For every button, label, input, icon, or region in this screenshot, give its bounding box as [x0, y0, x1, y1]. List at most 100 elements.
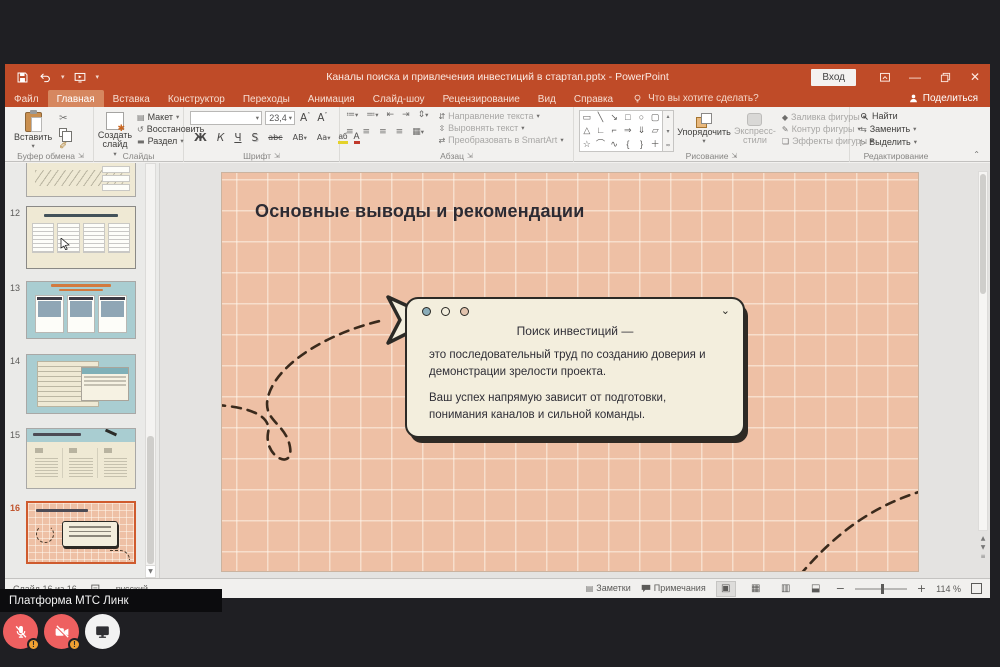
ribbon-display-options-icon[interactable] [870, 64, 900, 90]
tab-view[interactable]: Вид [529, 90, 565, 107]
tell-me-box[interactable]: Что вы хотите сделать? [632, 90, 759, 107]
customize-qat-caret[interactable]: ▾ [96, 73, 100, 81]
tab-review[interactable]: Рецензирование [434, 90, 529, 107]
tab-transitions[interactable]: Переходы [234, 90, 299, 107]
underline-button[interactable]: Ч [232, 132, 243, 144]
current-slide[interactable]: Основные выводы и рекомендации ⌄ Поиск и… [222, 173, 918, 571]
justify-button[interactable]: ≡ [396, 127, 404, 137]
comments-button[interactable]: Примечания [641, 584, 706, 593]
columns-button[interactable]: ▦▾ [412, 127, 424, 137]
quick-styles-button[interactable]: Экспресс-стили [734, 110, 776, 146]
arrange-button[interactable]: Упорядочить ▾ [680, 110, 728, 145]
clipboard-dialog-launcher[interactable]: ⇲ [78, 152, 84, 160]
font-dialog-launcher[interactable]: ⇲ [274, 152, 280, 160]
undo-dropdown-caret[interactable]: ▾ [61, 73, 65, 81]
close-button[interactable]: ✕ [960, 64, 990, 90]
cut-icon[interactable]: ✂ [59, 113, 67, 124]
editing-group-label: Редактирование [864, 151, 929, 161]
font-group-label: Шрифт [243, 151, 271, 161]
tab-file[interactable]: Файл [5, 90, 48, 107]
callout-paragraph: Ваш успех напрямую зависит от подготовки… [429, 390, 727, 423]
ribbon-group-paragraph: ≔▾ ≕▾ ⇤ ⇥ ⇕▾ ≡ ≡ ≡ ≡ ▦▾ [340, 107, 574, 162]
paste-button[interactable]: Вставить ▾ [14, 109, 52, 152]
copy-icon[interactable] [59, 128, 67, 137]
tab-help[interactable]: Справка [565, 90, 622, 107]
previous-slide-button[interactable]: ▲ [981, 535, 986, 542]
slide-title[interactable]: Основные выводы и рекомендации [255, 201, 584, 222]
slide-sorter-view-button[interactable]: ▦ [746, 581, 766, 597]
thumbnail-panel-scrollbar[interactable]: ▼ [145, 163, 156, 578]
slideshow-view-button[interactable]: ⬓ [806, 581, 826, 597]
slide-thumbnail-13[interactable] [26, 281, 136, 339]
select-button[interactable]: ▷Выделить▾ [860, 138, 942, 147]
character-spacing-button[interactable]: АВ▾ [291, 133, 309, 142]
callout-box[interactable]: ⌄ Поиск инвестиций — это последовательны… [405, 297, 745, 438]
tab-animations[interactable]: Анимация [299, 90, 364, 107]
title-bar: ▾ ▾ Каналы поиска и привлечения инвестиц… [5, 64, 990, 90]
scroll-down-button[interactable]: ▼ [146, 565, 155, 577]
text-shadow-button[interactable]: S [250, 132, 261, 144]
microphone-muted-button[interactable]: ! [3, 614, 38, 649]
slide-nav-handle[interactable]: ≡ [980, 553, 985, 560]
line-spacing-button[interactable]: ⇕▾ [418, 110, 429, 120]
strikethrough-button[interactable]: abc [266, 133, 284, 142]
camera-muted-button[interactable]: ! [44, 614, 79, 649]
increase-indent-button[interactable]: ⇥ [402, 110, 410, 120]
slide-thumbnail-16-selected[interactable] [26, 501, 136, 564]
shapes-gallery[interactable]: ▭╲↘□○▢ △∟⌐⇒⇓▱ ☆⌒∿{}＋ ▴▾≂ [579, 110, 674, 152]
next-slide-button[interactable]: ▼ [981, 544, 986, 551]
screen-share-button[interactable] [85, 614, 120, 649]
font-size-select[interactable]: 23,4▾ [265, 111, 295, 125]
bold-button[interactable]: Ж [192, 132, 209, 144]
zoom-slider[interactable] [855, 588, 907, 590]
undo-icon[interactable] [38, 70, 53, 85]
drawing-dialog-launcher[interactable]: ⇲ [731, 152, 737, 160]
start-slideshow-icon[interactable] [73, 70, 88, 85]
italic-button[interactable]: К [215, 132, 226, 144]
bullets-button[interactable]: ≔▾ [346, 110, 358, 120]
decrease-indent-button[interactable]: ⇤ [387, 110, 395, 120]
fit-slide-to-window-button[interactable] [971, 583, 982, 594]
align-right-button[interactable]: ≡ [379, 127, 387, 137]
convert-smartart-button[interactable]: ⇄Преобразовать в SmartArt▾ [438, 136, 563, 145]
find-button[interactable]: Найти [860, 112, 942, 121]
change-case-button[interactable]: Аа▾ [315, 133, 333, 142]
zoom-out-button[interactable]: − [836, 582, 845, 595]
slide-thumbnail-11-partial[interactable] [26, 163, 136, 197]
share-button[interactable]: Поделиться [908, 90, 990, 107]
slide-thumbnail-15[interactable] [26, 428, 136, 489]
paragraph-dialog-launcher[interactable]: ⇲ [467, 152, 473, 160]
reading-view-button[interactable]: ▥ [776, 581, 796, 597]
new-slide-icon [106, 112, 124, 130]
ribbon-group-slides: Создать слайд ▾ ▤Макет▾ ↺Восстановить ▬Р… [94, 107, 184, 162]
shapes-gallery-scroll[interactable]: ▴▾≂ [663, 110, 674, 152]
canvas-vertical-scrollbar[interactable] [978, 171, 988, 531]
align-center-button[interactable]: ≡ [363, 127, 371, 137]
shrink-font-button[interactable]: А˅ [315, 112, 329, 124]
collapse-ribbon-button[interactable]: ⌃ [973, 150, 980, 159]
callout-heading: Поиск инвестиций — [407, 324, 743, 338]
slide-thumbnail-14[interactable] [26, 354, 136, 414]
ribbon: Вставить ▾ ✂ ✐ Буфер обмена⇲ Созда [5, 107, 990, 162]
minimize-button[interactable]: — [900, 64, 930, 90]
tab-home[interactable]: Главная [48, 90, 104, 107]
signin-button[interactable]: Вход [811, 69, 856, 86]
text-direction-button[interactable]: ⇵Направление текста▾ [438, 112, 563, 121]
grow-font-button[interactable]: А˄ [298, 112, 312, 124]
zoom-in-button[interactable]: + [917, 582, 926, 595]
restore-button[interactable] [930, 64, 960, 90]
align-text-button[interactable]: ⇳Выровнять текст▾ [438, 124, 563, 133]
tab-insert[interactable]: Вставка [104, 90, 159, 107]
tab-slideshow[interactable]: Слайд-шоу [364, 90, 434, 107]
numbering-button[interactable]: ≕▾ [366, 110, 378, 120]
notes-button[interactable]: ▤Заметки [586, 584, 631, 593]
slide-thumbnail-12[interactable] [26, 206, 136, 269]
tab-design[interactable]: Конструктор [159, 90, 234, 107]
zoom-level[interactable]: 114 % [936, 584, 961, 594]
align-left-button[interactable]: ≡ [346, 127, 354, 137]
person-icon [908, 93, 919, 104]
save-icon[interactable] [15, 70, 30, 85]
font-name-select[interactable]: ▾ [190, 111, 262, 125]
replace-button[interactable]: ⇆Заменить▾ [860, 125, 942, 134]
normal-view-button[interactable]: ▣ [716, 581, 736, 597]
